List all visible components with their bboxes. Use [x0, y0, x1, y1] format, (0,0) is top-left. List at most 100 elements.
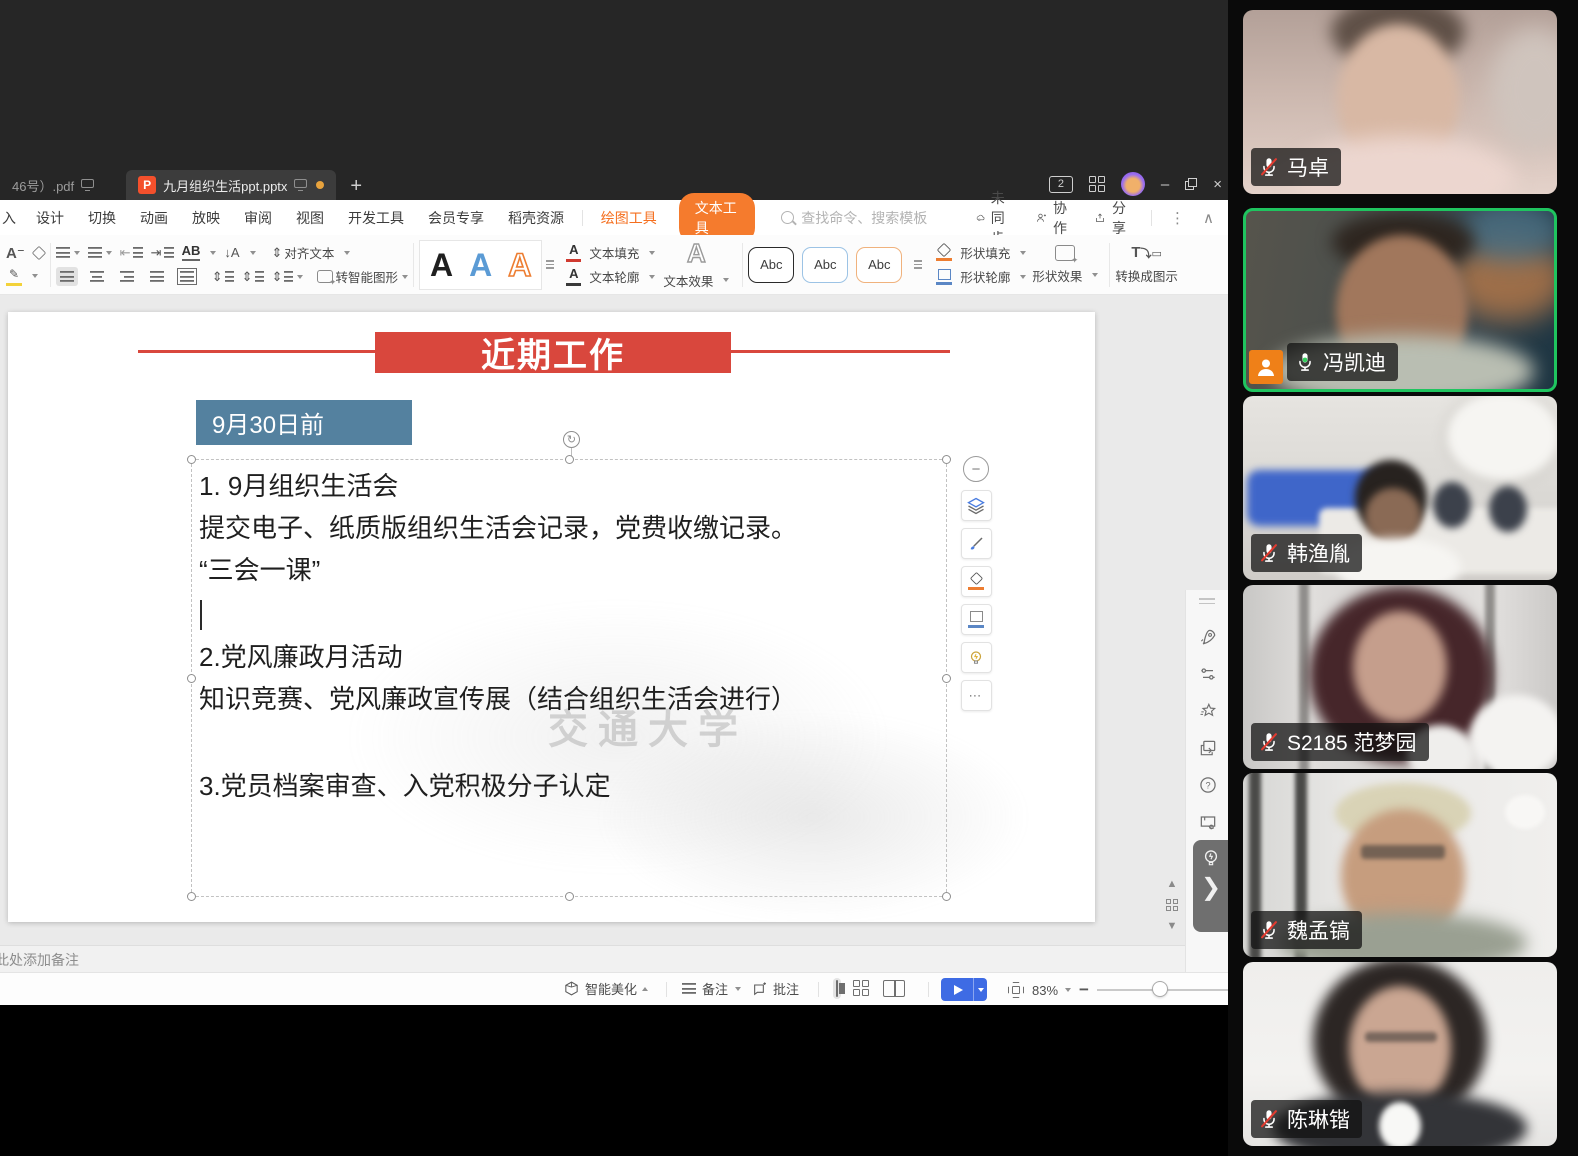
- prev-slide-icon[interactable]: ▲: [1167, 878, 1178, 890]
- help-button[interactable]: ?: [1186, 766, 1229, 803]
- rail-grip-icon[interactable]: [1199, 598, 1215, 604]
- smart-suggest-button[interactable]: [961, 642, 992, 673]
- quick-start-button[interactable]: [1186, 618, 1229, 655]
- align-right-icon[interactable]: [116, 267, 138, 286]
- share-button[interactable]: 分享: [1086, 198, 1139, 238]
- body-line-6[interactable]: 3.党员档案审查、入党积极分子认定: [199, 765, 611, 807]
- notes-bar[interactable]: 此处添加备注: [0, 945, 1185, 972]
- smart-beautify-button[interactable]: 智能美化: [563, 979, 648, 998]
- stamp-tool-button[interactable]: [1186, 803, 1229, 840]
- align-left-icon[interactable]: [56, 267, 78, 286]
- effects-button[interactable]: [1186, 692, 1229, 729]
- para-spacing-before-icon[interactable]: ⇕: [242, 269, 264, 285]
- text-effect-button[interactable]: 文本效果: [663, 271, 729, 290]
- shape-effect-button[interactable]: 形状效果: [1032, 266, 1098, 285]
- resize-handle-mr[interactable]: [942, 674, 951, 683]
- line-spacing-icon[interactable]: ⇕: [212, 269, 234, 285]
- body-line-5[interactable]: 知识竞赛、党风廉政宣传展（结合组织生活会进行）: [199, 678, 797, 720]
- zoom-out-button[interactable]: −: [1079, 980, 1089, 1000]
- decrease-indent-icon[interactable]: ⇤: [120, 245, 143, 261]
- justify-icon[interactable]: [146, 267, 168, 286]
- collapsed-assistant-panel[interactable]: ❯: [1193, 840, 1229, 932]
- collaborate-button[interactable]: 协作: [1027, 198, 1080, 238]
- body-line-1[interactable]: 1. 9月组织生活会: [199, 465, 398, 507]
- expand-panel-chevron-icon[interactable]: ❯: [1201, 876, 1221, 900]
- wordart-more-icon[interactable]: [542, 260, 558, 269]
- menu-transition[interactable]: 切换: [76, 208, 128, 228]
- comments-button[interactable]: 批注: [752, 979, 799, 998]
- slide-title-banner[interactable]: 近期工作: [375, 332, 731, 373]
- properties-button[interactable]: [1186, 655, 1229, 692]
- layer-order-button[interactable]: [961, 490, 992, 521]
- wordart-blue[interactable]: A: [469, 249, 492, 281]
- numbered-list-icon[interactable]: [88, 247, 112, 258]
- resize-handle-tr[interactable]: [942, 455, 951, 464]
- resize-handle-br[interactable]: [942, 892, 951, 901]
- quick-fill-button[interactable]: [961, 566, 992, 597]
- menu-review[interactable]: 审阅: [232, 208, 284, 228]
- decrease-font-icon[interactable]: A⁻: [6, 244, 25, 262]
- more-tools-button[interactable]: ⋯: [961, 680, 992, 711]
- resize-handle-bl[interactable]: [187, 892, 196, 901]
- body-line-3[interactable]: “三会一课”: [199, 549, 320, 591]
- participant-tile-5[interactable]: 魏孟镐: [1243, 773, 1557, 957]
- format-brush-button[interactable]: [961, 528, 992, 559]
- participant-tile-1[interactable]: 马卓: [1243, 10, 1557, 194]
- body-line-2[interactable]: 提交电子、纸质版组织生活会记录，党费收缴记录。: [199, 507, 797, 549]
- shape-style-black[interactable]: Abc: [748, 247, 794, 283]
- menu-insert-clipped[interactable]: 入: [0, 208, 24, 228]
- resize-handle-tc[interactable]: [565, 455, 574, 464]
- normal-view-button[interactable]: [833, 978, 841, 999]
- distribute-icon[interactable]: [176, 267, 198, 286]
- wordart-orange-outline[interactable]: A: [508, 249, 531, 281]
- increase-indent-icon[interactable]: ⇥: [151, 245, 174, 261]
- shape-style-blue[interactable]: Abc: [802, 247, 848, 283]
- char-spacing-icon[interactable]: AB: [182, 244, 201, 261]
- para-spacing-after-icon[interactable]: ⇕: [272, 269, 304, 285]
- align-text-button[interactable]: ⇕ 对齐文本: [272, 243, 335, 262]
- participant-tile-6[interactable]: 陈琳锴: [1243, 962, 1557, 1146]
- resize-handle-bc[interactable]: [565, 892, 574, 901]
- next-slide-icon[interactable]: ▼: [1167, 920, 1178, 932]
- wordart-gallery[interactable]: A A A: [419, 240, 542, 290]
- menu-docer[interactable]: 稻壳资源: [496, 208, 576, 228]
- convert-diagram-button[interactable]: 转换成图示: [1115, 266, 1178, 285]
- zoom-slider[interactable]: [1097, 989, 1235, 991]
- new-tab-button[interactable]: +: [350, 172, 362, 200]
- participant-tile-2[interactable]: 冯凯迪: [1243, 208, 1557, 392]
- notes-toggle-button[interactable]: 备注: [682, 979, 741, 998]
- reading-view-button[interactable]: [883, 980, 905, 997]
- zoom-slider-handle[interactable]: [1152, 981, 1168, 997]
- align-center-icon[interactable]: [86, 267, 108, 286]
- rotate-handle[interactable]: ↻: [563, 431, 580, 448]
- slideshow-play-button[interactable]: [941, 978, 973, 1001]
- body-line-4[interactable]: 2.党风廉政月活动: [199, 636, 403, 678]
- slide-sorter-view-button[interactable]: [853, 980, 871, 998]
- menu-slideshow[interactable]: 放映: [180, 208, 232, 228]
- text-fill-button[interactable]: A 文本填充: [566, 243, 655, 262]
- collapse-ribbon-icon[interactable]: ∧: [1197, 209, 1220, 227]
- slide-browser-icon[interactable]: [1166, 899, 1178, 911]
- quick-outline-button[interactable]: [961, 604, 992, 635]
- deadline-box[interactable]: 9月30日前: [196, 400, 412, 445]
- text-direction-icon[interactable]: ↓A: [224, 245, 239, 260]
- slideshow-play-dropdown[interactable]: [973, 978, 987, 1001]
- menu-developer[interactable]: 开发工具: [336, 208, 416, 228]
- participant-tile-4[interactable]: S2185 范梦园: [1243, 585, 1557, 769]
- zoom-level-button[interactable]: 83%: [1032, 983, 1071, 998]
- present-icon[interactable]: [294, 179, 309, 191]
- collapse-toolbar-button[interactable]: −: [963, 456, 989, 482]
- duplicate-button[interactable]: [1186, 729, 1229, 766]
- slide-canvas[interactable]: 交通大学 近期工作 9月30日前 ↻ 1. 9月组织生活会: [8, 312, 1095, 922]
- highlight-color-icon[interactable]: ✎: [6, 267, 22, 286]
- fit-to-window-icon[interactable]: [1008, 982, 1024, 998]
- shape-outline-button[interactable]: 形状轮廓: [936, 267, 1026, 286]
- more-options-icon[interactable]: ⋮: [1164, 209, 1191, 227]
- smart-graphic-button[interactable]: 转智能图形: [317, 267, 408, 286]
- wordart-plain[interactable]: A: [430, 249, 453, 281]
- menu-drawing-tools[interactable]: 绘图工具: [589, 208, 669, 228]
- text-outline-button[interactable]: A 文本轮廓: [566, 267, 655, 286]
- shape-style-more-icon[interactable]: [910, 260, 926, 269]
- tab-pdf[interactable]: 46号）.pdf: [0, 170, 108, 200]
- menu-member[interactable]: 会员专享: [416, 208, 496, 228]
